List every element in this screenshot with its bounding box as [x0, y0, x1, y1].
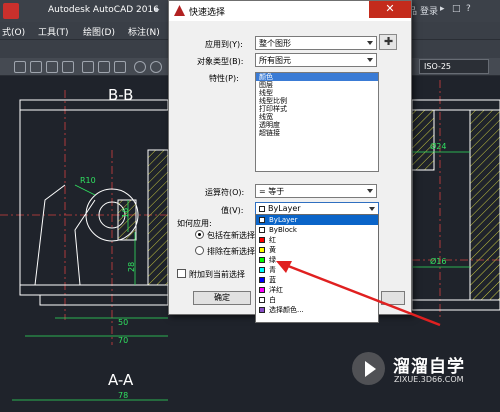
watermark-play-logo	[352, 352, 385, 385]
watermark-title: 溜溜自学	[393, 357, 465, 377]
annotation-arrow	[276, 261, 441, 327]
watermark-subtitle: ZIXUE.3D66.COM	[394, 375, 464, 384]
